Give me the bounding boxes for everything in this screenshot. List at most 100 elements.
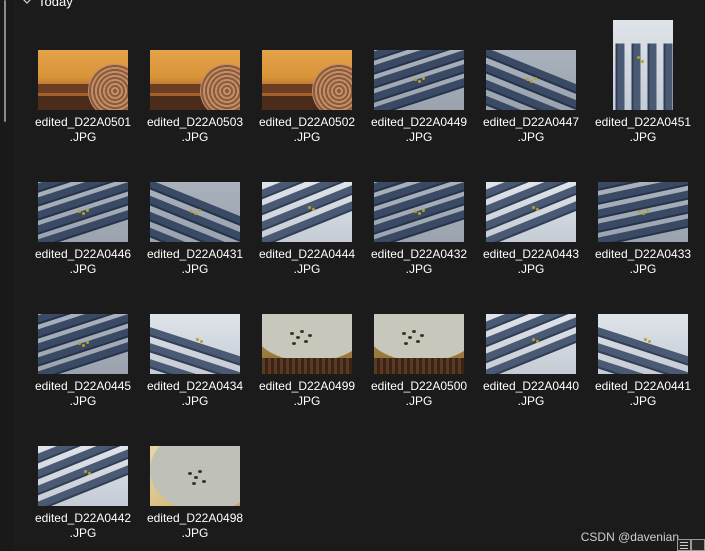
thumbnail-frame[interactable] [27, 282, 139, 374]
file-extension: .JPG [517, 130, 545, 144]
file-name[interactable]: edited_D22A0446 .JPG [27, 247, 139, 277]
file-item[interactable]: edited_D22A0441 .JPG [587, 282, 699, 414]
file-extension: .JPG [181, 526, 209, 540]
file-item[interactable]: edited_D22A0447 .JPG [475, 18, 587, 150]
file-name-stem: edited_D22A0451 [594, 115, 692, 129]
file-extension: .JPG [293, 130, 321, 144]
thumbnail-image [150, 446, 240, 506]
file-name[interactable]: edited_D22A0499 .JPG [251, 379, 363, 409]
bead-shape [308, 206, 311, 209]
file-name[interactable]: edited_D22A0451 .JPG [587, 115, 699, 145]
file-name[interactable]: edited_D22A0445 .JPG [27, 379, 139, 409]
file-item[interactable]: edited_D22A0442 .JPG [27, 414, 139, 546]
wood-shape [374, 358, 464, 374]
file-name[interactable]: edited_D22A0447 .JPG [475, 115, 587, 145]
thumbnail-frame[interactable] [587, 282, 699, 374]
large-icons-view-icon[interactable] [691, 539, 705, 551]
plate-shape [374, 314, 464, 362]
thumbnail-frame[interactable] [27, 18, 139, 110]
file-name-stem: edited_D22A0501 [34, 115, 132, 129]
file-item[interactable]: edited_D22A0443 .JPG [475, 150, 587, 282]
bead-shape [292, 342, 296, 345]
navigation-scrollbar-thumb[interactable] [4, 0, 6, 122]
file-item[interactable]: edited_D22A0502 .JPG [251, 18, 363, 150]
file-item[interactable]: edited_D22A0431 .JPG [139, 150, 251, 282]
thumbnail-frame[interactable] [139, 414, 251, 506]
thumbnail-frame[interactable] [363, 282, 475, 374]
thumbnail-frame[interactable] [251, 282, 363, 374]
file-item[interactable]: edited_D22A0445 .JPG [27, 282, 139, 414]
file-extension: .JPG [405, 262, 433, 276]
bead-shape [200, 340, 203, 343]
thumbnail-frame[interactable] [251, 150, 363, 242]
file-name[interactable]: edited_D22A0441 .JPG [587, 379, 699, 409]
thumbnail-image [374, 50, 464, 110]
bead-shape [194, 476, 198, 479]
thumbnail-frame[interactable] [139, 18, 251, 110]
bead-shape [188, 472, 192, 475]
file-name[interactable]: edited_D22A0440 .JPG [475, 379, 587, 409]
file-name-stem: edited_D22A0442 [34, 511, 132, 525]
file-name[interactable]: edited_D22A0503 .JPG [139, 115, 251, 145]
thumbnail-frame[interactable] [363, 18, 475, 110]
thumbnail-frame[interactable] [27, 414, 139, 506]
file-extension: .JPG [517, 394, 545, 408]
details-view-icon[interactable] [677, 539, 691, 551]
file-item[interactable]: edited_D22A0498 .JPG [139, 414, 251, 546]
thumbnail-frame[interactable] [139, 282, 251, 374]
file-name[interactable]: edited_D22A0500 .JPG [363, 379, 475, 409]
file-extension: .JPG [69, 526, 97, 540]
bead-shape [198, 209, 201, 212]
file-item[interactable]: edited_D22A0451 .JPG [587, 18, 699, 150]
bead-shape [412, 330, 416, 333]
file-name[interactable]: edited_D22A0501 .JPG [27, 115, 139, 145]
thumbnail-image [262, 314, 352, 374]
thumbnail-frame[interactable] [363, 150, 475, 242]
file-name[interactable]: edited_D22A0434 .JPG [139, 379, 251, 409]
watermark: CSDN @davenian [580, 530, 679, 544]
file-item[interactable]: edited_D22A0433 .JPG [587, 150, 699, 282]
file-item[interactable]: edited_D22A0434 .JPG [139, 282, 251, 414]
file-name[interactable]: edited_D22A0502 .JPG [251, 115, 363, 145]
disc-shape [200, 64, 240, 110]
file-item[interactable]: edited_D22A0446 .JPG [27, 150, 139, 282]
file-extension: .JPG [69, 262, 97, 276]
file-name[interactable]: edited_D22A0442 .JPG [27, 511, 139, 541]
thumbnail-frame[interactable] [475, 150, 587, 242]
file-name-stem: edited_D22A0449 [370, 115, 468, 129]
bead-shape [534, 77, 537, 80]
file-name[interactable]: edited_D22A0498 .JPG [139, 511, 251, 541]
file-item[interactable]: edited_D22A0440 .JPG [475, 282, 587, 414]
file-item[interactable]: edited_D22A0444 .JPG [251, 150, 363, 282]
file-item[interactable]: edited_D22A0500 .JPG [363, 282, 475, 414]
file-name[interactable]: edited_D22A0443 .JPG [475, 247, 587, 277]
bead-shape [312, 208, 315, 211]
chevron-down-icon[interactable] [22, 0, 32, 6]
thumbnail-frame[interactable] [27, 150, 139, 242]
thumbnail-frame[interactable] [475, 18, 587, 110]
thumbnail-frame[interactable] [475, 282, 587, 374]
thumbnail-frame[interactable] [587, 150, 699, 242]
file-name-stem: edited_D22A0431 [146, 247, 244, 261]
thumbnail-frame[interactable] [251, 18, 363, 110]
thumbnail-image [613, 20, 673, 110]
file-name[interactable]: edited_D22A0444 .JPG [251, 247, 363, 277]
group-header-today[interactable]: Today [22, 0, 73, 10]
file-item[interactable]: edited_D22A0501 .JPG [27, 18, 139, 150]
thumbnail-frame[interactable] [139, 150, 251, 242]
thumbnail-image [262, 182, 352, 242]
bead-shape [420, 334, 424, 337]
file-item[interactable]: edited_D22A0432 .JPG [363, 150, 475, 282]
bead-shape [532, 206, 535, 209]
file-name[interactable]: edited_D22A0433 .JPG [587, 247, 699, 277]
file-name[interactable]: edited_D22A0431 .JPG [139, 247, 251, 277]
file-item[interactable]: edited_D22A0449 .JPG [363, 18, 475, 150]
thumbnail-frame[interactable] [587, 18, 699, 110]
bead-shape [308, 334, 312, 337]
bead-shape [196, 338, 199, 341]
file-item[interactable]: edited_D22A0499 .JPG [251, 282, 363, 414]
file-name[interactable]: edited_D22A0449 .JPG [363, 115, 475, 145]
thumbnail-image [374, 314, 464, 374]
file-item[interactable]: edited_D22A0503 .JPG [139, 18, 251, 150]
file-name[interactable]: edited_D22A0432 .JPG [363, 247, 475, 277]
